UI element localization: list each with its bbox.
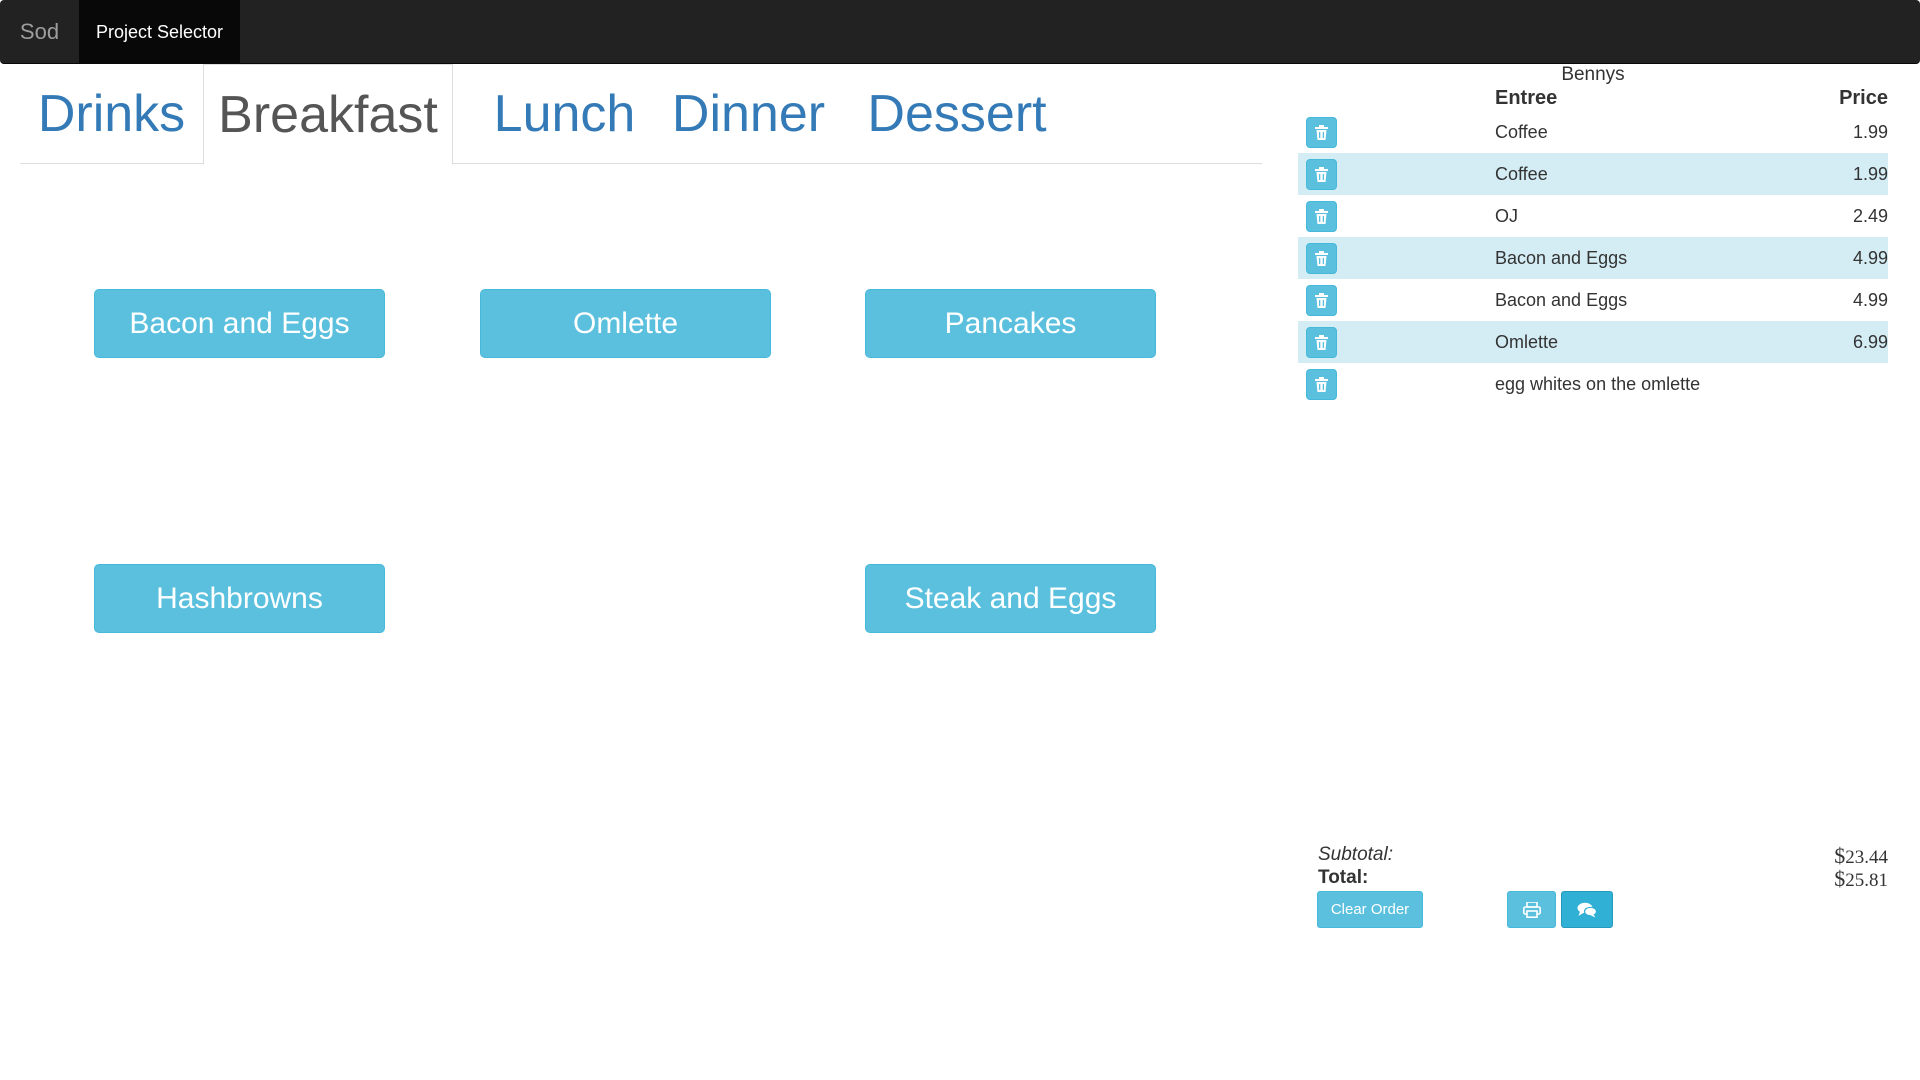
trash-icon: [1315, 209, 1328, 224]
order-row: Omlette 6.99: [1298, 321, 1888, 363]
entree-header: Entree: [1495, 87, 1558, 109]
tab-dessert[interactable]: Dessert: [841, 64, 1073, 164]
navbar-brand[interactable]: Sod: [0, 0, 79, 64]
delete-item-button[interactable]: [1306, 369, 1337, 400]
delete-item-button[interactable]: [1306, 117, 1337, 148]
menu-item-hashbrowns[interactable]: Hashbrowns: [94, 564, 385, 633]
clear-order-button[interactable]: Clear Order: [1317, 891, 1423, 928]
total-currency: $: [1834, 866, 1846, 891]
order-item-name: Coffee: [1495, 122, 1548, 142]
order-item-name: Bacon and Eggs: [1495, 248, 1628, 268]
total-amount: 25.81: [1845, 870, 1888, 891]
print-icon: [1522, 901, 1541, 918]
delete-item-button[interactable]: [1306, 327, 1337, 358]
menu-item-steak-and-eggs[interactable]: Steak and Eggs: [865, 564, 1156, 633]
order-item-price: 1.99: [1852, 122, 1888, 142]
order-row: Coffee 1.99: [1298, 111, 1888, 153]
order-item-name: egg whites on the omlette: [1495, 374, 1701, 394]
order-item-name: Coffee: [1495, 164, 1548, 184]
order-item-price: 1.99: [1852, 164, 1888, 184]
tab-lunch[interactable]: Lunch: [453, 64, 676, 164]
trash-icon: [1315, 251, 1328, 266]
trash-icon: [1315, 377, 1328, 392]
menu-item-bacon-and-eggs[interactable]: Bacon and Eggs: [94, 289, 385, 358]
delete-item-button[interactable]: [1306, 285, 1337, 316]
category-tabs: Drinks Breakfast Lunch Dinner Dessert: [20, 64, 1262, 165]
tab-drinks[interactable]: Drinks: [20, 64, 203, 164]
order-row: OJ 2.49: [1298, 195, 1888, 237]
subtotal-currency: $: [1834, 843, 1846, 868]
delete-item-button[interactable]: [1306, 243, 1337, 274]
trash-icon: [1315, 125, 1328, 140]
price-header: Price: [1839, 87, 1888, 109]
order-item-price: 2.49: [1852, 206, 1888, 226]
menu-item-pancakes[interactable]: Pancakes: [865, 289, 1156, 358]
delete-item-button[interactable]: [1306, 201, 1337, 232]
order-row: Coffee 1.99: [1298, 153, 1888, 195]
order-row: Bacon and Eggs 4.99: [1298, 279, 1888, 321]
print-button[interactable]: [1507, 891, 1556, 928]
order-item-name: Omlette: [1495, 332, 1559, 352]
total-label: Total:: [1318, 867, 1369, 888]
subtotal-amount: 23.44: [1845, 847, 1888, 868]
restaurant-name: Bennys: [1561, 64, 1625, 85]
order-item-name: Bacon and Eggs: [1495, 290, 1628, 310]
trash-icon: [1315, 167, 1328, 182]
top-navbar: Sod Project Selector: [0, 0, 1920, 64]
trash-icon: [1315, 293, 1328, 308]
order-item-name: OJ: [1495, 206, 1519, 226]
order-row: Bacon and Eggs 4.99: [1298, 237, 1888, 279]
order-item-price: 4.99: [1852, 248, 1888, 268]
total-value: $25.81: [1834, 866, 1888, 892]
order-item-price: 6.99: [1852, 332, 1888, 352]
trash-icon: [1315, 335, 1328, 350]
order-row: egg whites on the omlette: [1298, 363, 1888, 405]
comments-icon: [1577, 902, 1597, 917]
menu-item-omlette[interactable]: Omlette: [480, 289, 771, 358]
delete-item-button[interactable]: [1306, 159, 1337, 190]
tab-breakfast[interactable]: Breakfast: [203, 64, 453, 165]
message-button[interactable]: [1561, 891, 1613, 928]
order-item-price: 4.99: [1852, 290, 1888, 310]
subtotal-label: Subtotal:: [1318, 844, 1393, 865]
nav-item-project-selector[interactable]: Project Selector: [79, 0, 240, 64]
tab-dinner[interactable]: Dinner: [656, 64, 841, 164]
